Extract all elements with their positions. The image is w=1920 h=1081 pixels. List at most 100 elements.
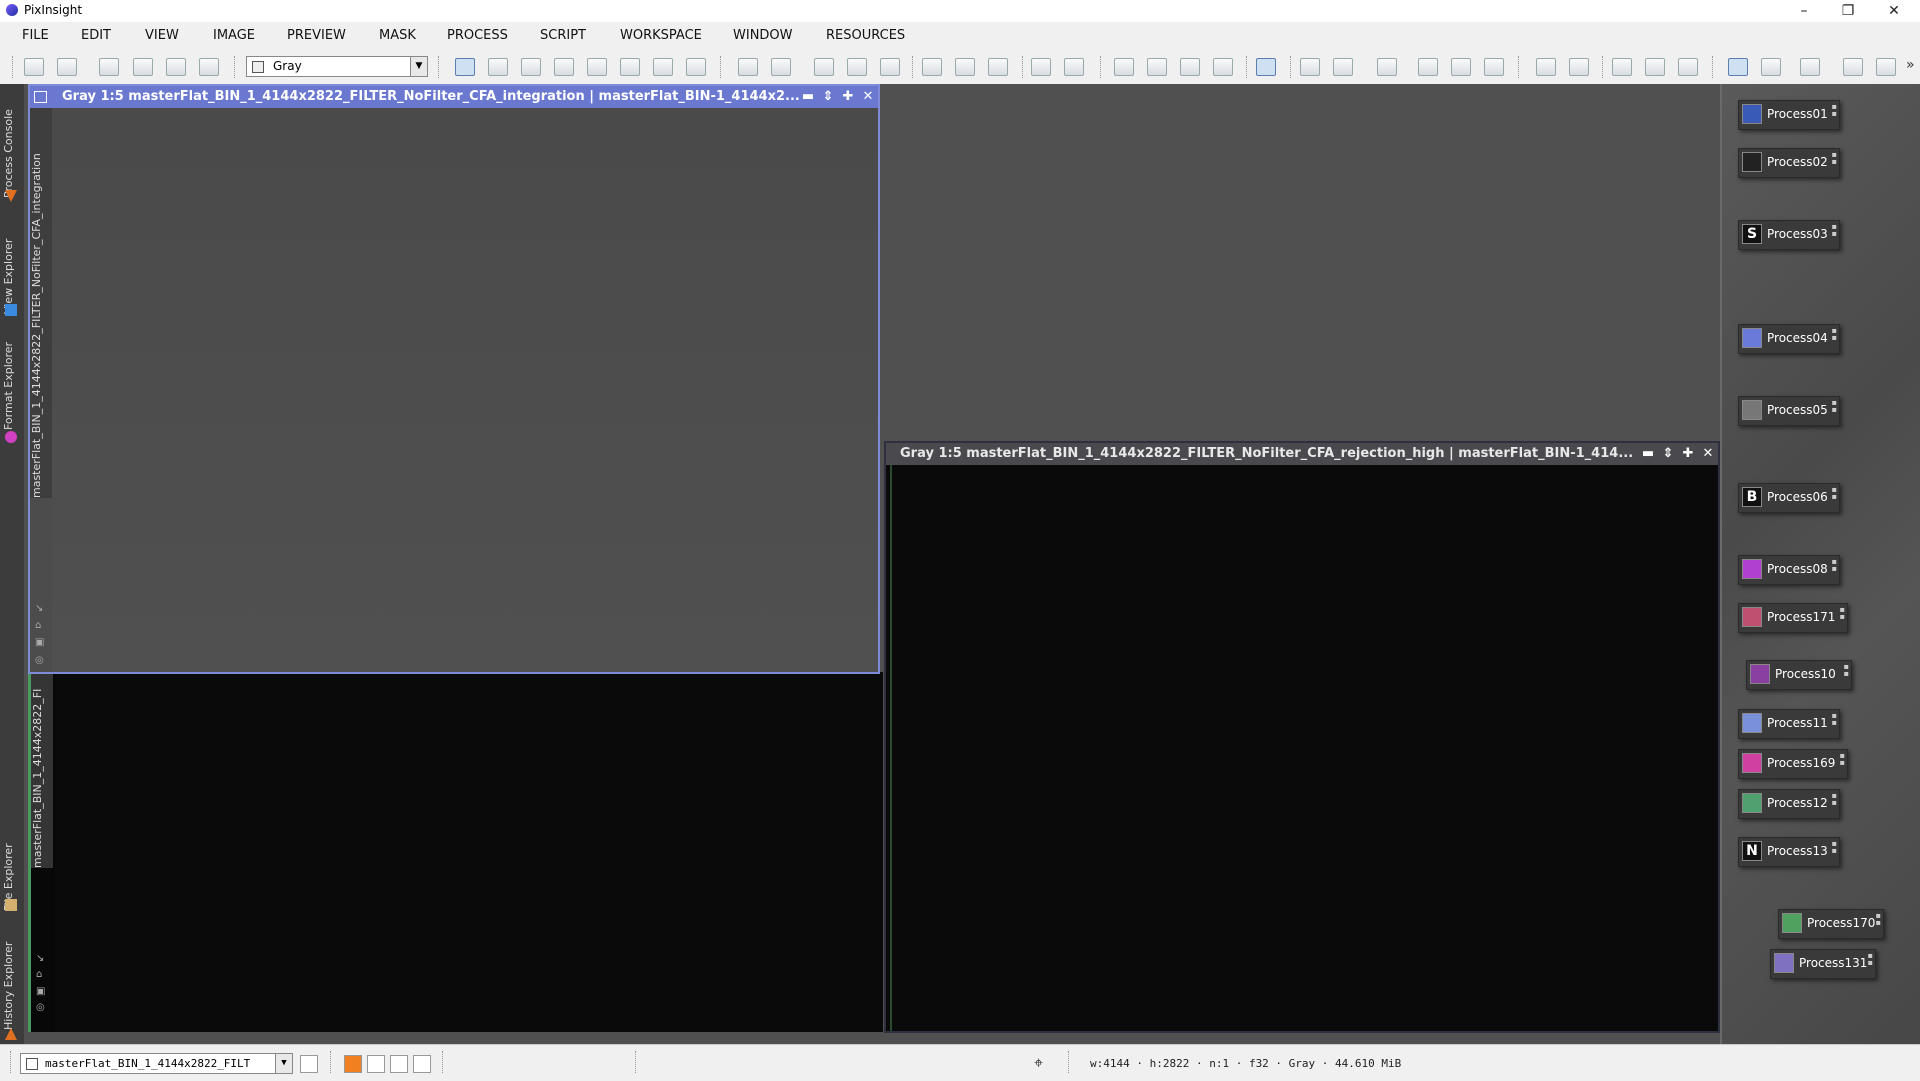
zoom-out-icon[interactable]	[771, 58, 791, 76]
workspace-5-icon[interactable]	[1876, 58, 1896, 76]
process-icon[interactable]: Process11 ▪ ▪	[1738, 709, 1840, 739]
color-swatch-icon[interactable]	[413, 1055, 431, 1073]
tab-file-explorer[interactable]: File Explorer	[2, 819, 22, 911]
maximize-window-icon[interactable]: ✚	[840, 89, 856, 105]
refresh-view-icon[interactable]	[988, 58, 1008, 76]
workspace-3-icon[interactable]	[1800, 58, 1820, 76]
menu-workspace[interactable]: WORKSPACE	[620, 28, 702, 43]
integration-title-bar[interactable]: Gray 1:5 masterFlat_BIN_1_4144x2822_FILT…	[30, 86, 878, 108]
process-icon[interactable]: Process170 ▪ ▪	[1778, 909, 1884, 939]
restore-window-button[interactable]: ❐	[1828, 0, 1868, 22]
shade-icon[interactable]: ↘	[35, 604, 45, 614]
view-selector[interactable]: masterFlat_BIN_1_4144x2822_FILT ▼	[20, 1053, 293, 1074]
menu-image[interactable]: IMAGE	[213, 28, 255, 43]
process-icon[interactable]: Process171 ▪ ▪	[1738, 603, 1848, 633]
menu-window[interactable]: WINDOW	[733, 28, 793, 43]
integration-image[interactable]	[52, 108, 878, 672]
histogram-icon[interactable]	[1645, 58, 1665, 76]
rejection-high-image[interactable]	[890, 465, 1718, 1031]
channel-6-icon[interactable]	[1484, 58, 1504, 76]
graph-icon[interactable]	[1612, 58, 1632, 76]
process-icon[interactable]: Process10 ▪ ▪	[1746, 660, 1852, 690]
process-icon[interactable]: Process01 ▪ ▪	[1738, 100, 1840, 130]
channel-icon[interactable]	[1300, 58, 1320, 76]
center-mode-icon[interactable]	[554, 58, 574, 76]
mask-enable-icon[interactable]	[199, 58, 219, 76]
redo-icon[interactable]	[57, 58, 77, 76]
process-icon[interactable]: Process05 ▪ ▪	[1738, 396, 1840, 426]
duplicate-icon[interactable]: ▣	[35, 638, 45, 648]
fit-window-icon[interactable]	[955, 58, 975, 76]
workspace-2-icon[interactable]	[1761, 58, 1781, 76]
menu-edit[interactable]: EDIT	[81, 28, 111, 43]
zoom-1-1-icon[interactable]	[814, 58, 834, 76]
channel-3-icon[interactable]	[1377, 58, 1397, 76]
tab-view-explorer[interactable]: View Explorer	[2, 214, 22, 314]
new-image-icon[interactable]	[1114, 58, 1134, 76]
menu-file[interactable]: FILE	[22, 28, 49, 43]
move-icon[interactable]	[587, 58, 607, 76]
preview-mode-icon[interactable]	[620, 58, 640, 76]
stf-icon[interactable]	[1147, 58, 1167, 76]
menu-mask[interactable]: MASK	[379, 28, 416, 43]
toolbar-overflow-icon[interactable]: »	[1906, 57, 1915, 73]
color-swatch-icon[interactable]	[390, 1055, 408, 1073]
process-icon[interactable]: Process04 ▪ ▪	[1738, 324, 1840, 354]
process-icon[interactable]: Process169 ▪ ▪	[1738, 749, 1848, 779]
identify-icon[interactable]: ◎	[36, 1003, 46, 1013]
close-window-button[interactable]: ✕	[1874, 0, 1914, 22]
channel-4-icon[interactable]	[1418, 58, 1438, 76]
mask-show-icon[interactable]	[133, 58, 153, 76]
channel-5-icon[interactable]	[1451, 58, 1471, 76]
cascade-windows-icon[interactable]	[1064, 58, 1084, 76]
tile-windows-icon[interactable]	[1031, 58, 1051, 76]
workspace-1-icon[interactable]	[1728, 58, 1748, 76]
process-icon[interactable]: Process08 ▪ ▪	[1738, 555, 1840, 585]
rejection-high-title-bar[interactable]: Gray 1:5 masterFlat_BIN_1_4144x2822_FILT…	[886, 443, 1718, 465]
chevron-down-icon[interactable]: ▼	[410, 57, 427, 76]
stf-link-icon[interactable]	[1180, 58, 1200, 76]
shade-window-icon[interactable]: ⇕	[1660, 446, 1676, 462]
shade-window-icon[interactable]: ⇕	[820, 89, 836, 105]
zoom-mode-icon[interactable]	[488, 58, 508, 76]
tab-format-explorer[interactable]: Format Explorer	[2, 330, 22, 430]
process-icon[interactable]: B Process06 ▪ ▪	[1738, 483, 1840, 513]
fit-view-icon[interactable]	[922, 58, 942, 76]
menu-script[interactable]: SCRIPT	[540, 28, 586, 43]
identify-icon[interactable]: ◎	[35, 656, 45, 666]
process-icon[interactable]: Process131 ▪ ▪	[1770, 949, 1876, 979]
rejection-low-side-tab[interactable]: masterFlat_BIN_1_4144x2822_FI	[31, 672, 53, 868]
shade-icon[interactable]: ↘	[36, 954, 46, 964]
process-icon[interactable]: Process02 ▪ ▪	[1738, 148, 1840, 178]
close-icon[interactable]: ✕	[860, 89, 876, 105]
zoom-window-icon[interactable]	[880, 58, 900, 76]
stf-reset-icon[interactable]	[1213, 58, 1233, 76]
undo-icon[interactable]	[24, 58, 44, 76]
maximize-icon[interactable]: ⌂	[36, 970, 46, 980]
image-window-rejection-low[interactable]: masterFlat_BIN_1_4144x2822_FI ↘ ⌂ ▣ ◎	[28, 672, 883, 1032]
process-icon[interactable]: Process12 ▪ ▪	[1738, 789, 1840, 819]
menu-preview[interactable]: PREVIEW	[287, 28, 346, 43]
workspace-4-icon[interactable]	[1843, 58, 1863, 76]
image-window-integration[interactable]: Gray 1:5 masterFlat_BIN_1_4144x2822_FILT…	[28, 84, 880, 674]
view-options-icon[interactable]	[300, 1055, 318, 1073]
rejection-low-image[interactable]	[55, 672, 883, 1032]
integration-side-tab[interactable]: masterFlat_BIN_1_4144x2822_FILTER_NoFilt…	[30, 108, 52, 498]
mask-apply-icon[interactable]	[99, 58, 119, 76]
tab-process-console[interactable]: Process Console	[2, 88, 22, 198]
mask-mode-select[interactable]: Gray ▼	[246, 56, 428, 77]
stf-auto-icon[interactable]	[1256, 58, 1276, 76]
edit-preview-icon[interactable]	[653, 58, 673, 76]
channel-2-icon[interactable]	[1333, 58, 1353, 76]
readout-mode-icon[interactable]	[455, 58, 475, 76]
tab-history-explorer[interactable]: History Explorer	[2, 924, 22, 1030]
menu-process[interactable]: PROCESS	[447, 28, 508, 43]
chevron-down-icon[interactable]: ▼	[275, 1054, 292, 1073]
color-swatch-icon[interactable]	[367, 1055, 385, 1073]
menu-view[interactable]: VIEW	[145, 28, 179, 43]
zoom-fit-icon[interactable]	[847, 58, 867, 76]
zoom-in-icon[interactable]	[738, 58, 758, 76]
color-swatch-orange-icon[interactable]	[344, 1055, 362, 1073]
duplicate-icon[interactable]: ▣	[36, 987, 46, 997]
minimize-icon[interactable]: ▬	[800, 89, 816, 105]
